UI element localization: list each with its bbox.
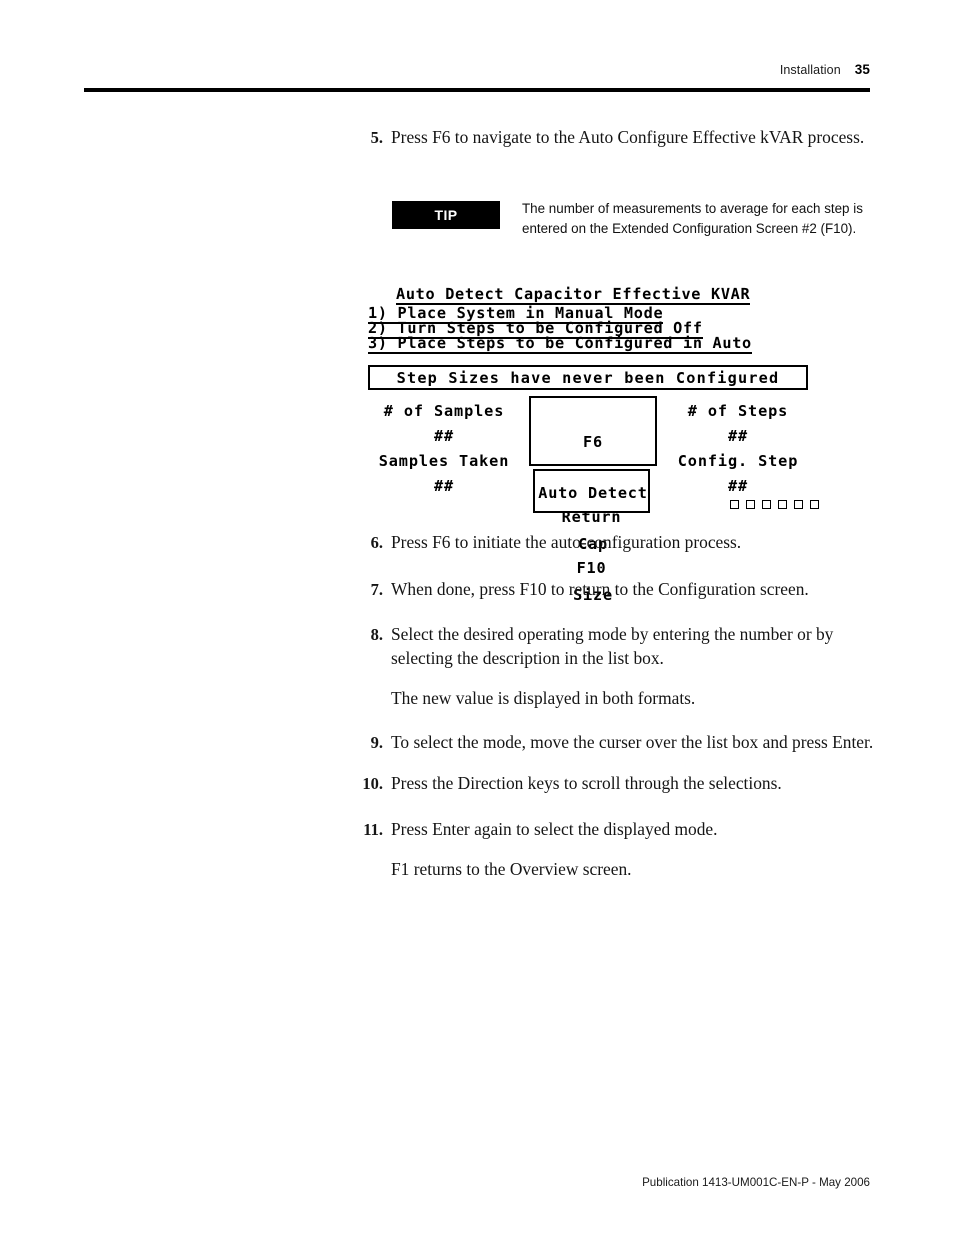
header-text: Installation 35 [780,62,870,77]
step-number: 5. [370,128,383,147]
lcd-value-samples: ## [433,427,455,445]
lcd-step-indicator-group [730,500,819,509]
lcd-softkey-f10-line-1: Return [561,508,622,526]
lcd-step-indicator [762,500,771,509]
step-text: Press the Direction keys to scroll throu… [391,773,782,793]
step-number: 11. [363,819,383,839]
list-item-step-11: 11. Press Enter again to select the disp… [330,818,890,842]
step-number: 7. [370,579,383,599]
lcd-title: Auto Detect Capacitor Effective KVAR [396,285,751,305]
list-item-step-8: 8. Select the desired operating mode by … [330,623,890,670]
list-item-step-9: 9. To select the mode, move the curser o… [330,731,890,755]
list-item-step-7: 7. When done, press F10 to return to the… [330,578,890,602]
lcd-label-samples-taken: Samples Taken [378,452,510,470]
lcd-value-steps: ## [727,427,749,445]
list-item-step-5: 5. Press F6 to navigate to the Auto Conf… [330,126,890,150]
step-number: 9. [370,732,383,752]
lcd-value-samples-taken: ## [433,477,455,495]
step-text: Press F6 to navigate to the Auto Configu… [391,127,865,147]
lcd-status-banner-text: Step Sizes have never been Configured [396,368,780,387]
header-rule [84,88,870,92]
step-text: To select the mode, move the curser over… [391,731,874,752]
header-chapter-label: Installation [779,63,841,77]
lcd-step-indicator [778,500,787,509]
lcd-step-indicator [746,500,755,509]
procedure-list: 5. Press F6 to navigate to the Auto Conf… [330,126,890,150]
lcd-instruction-3: 3) Place Steps to be Configured in Auto [368,334,752,354]
list-item-step-10: 10. Press the Direction keys to scroll t… [330,772,890,796]
page-footer: Publication 1413-UM001C-EN-P - May 2006 [642,1176,870,1189]
tip-badge: TIP [392,201,500,229]
lcd-step-indicator [730,500,739,509]
tip-text: The number of measurements to average fo… [522,201,863,236]
step-text: Select the desired operating mode by ent… [391,624,834,668]
step-text: When done, press F10 to return to the Co… [391,578,809,599]
lcd-step-indicator [810,500,819,509]
tip-callout: TIP The number of measurements to averag… [392,199,870,249]
step-number: 8. [370,625,383,644]
lcd-screen-figure: Auto Detect Capacitor Effective KVAR 1) … [364,285,819,604]
list-item-step-6: 6. Press F6 to initiate the auto-configu… [330,531,890,555]
note-after-step-11: F1 returns to the Overview screen. [391,859,632,879]
lcd-softkey-f6-line-1: F6 [583,433,603,451]
page-number: 35 [854,62,870,77]
step-text: Press F6 to initiate the auto-configurat… [391,532,742,552]
lcd-label-config-step: Config. Step [677,452,799,470]
page-header: Installation 35 [84,62,870,92]
lcd-value-config-step: ## [727,477,749,495]
lcd-label-steps: # of Steps [687,402,789,420]
lcd-softkey-f10-return[interactable]: Return F10 [533,469,650,577]
lcd-step-indicator [794,500,803,509]
procedure-list-continued: 6. Press F6 to initiate the auto-configu… [330,531,890,899]
lcd-left-column: # of Samples ## Samples Taken ## [364,399,524,499]
step-number: 6. [370,533,383,552]
note-after-step-8: The new value is displayed in both forma… [391,688,696,708]
step-text: Press Enter again to select the displaye… [391,818,718,839]
lcd-status-banner: Step Sizes have never been Configured [368,365,808,390]
lcd-softkey-f6-auto-detect[interactable]: F6 Auto Detect Cap Size [529,396,657,604]
lcd-label-samples: # of Samples [383,402,505,420]
lcd-right-column: # of Steps ## Config. Step ## [658,399,818,499]
step-number: 10. [362,774,383,793]
